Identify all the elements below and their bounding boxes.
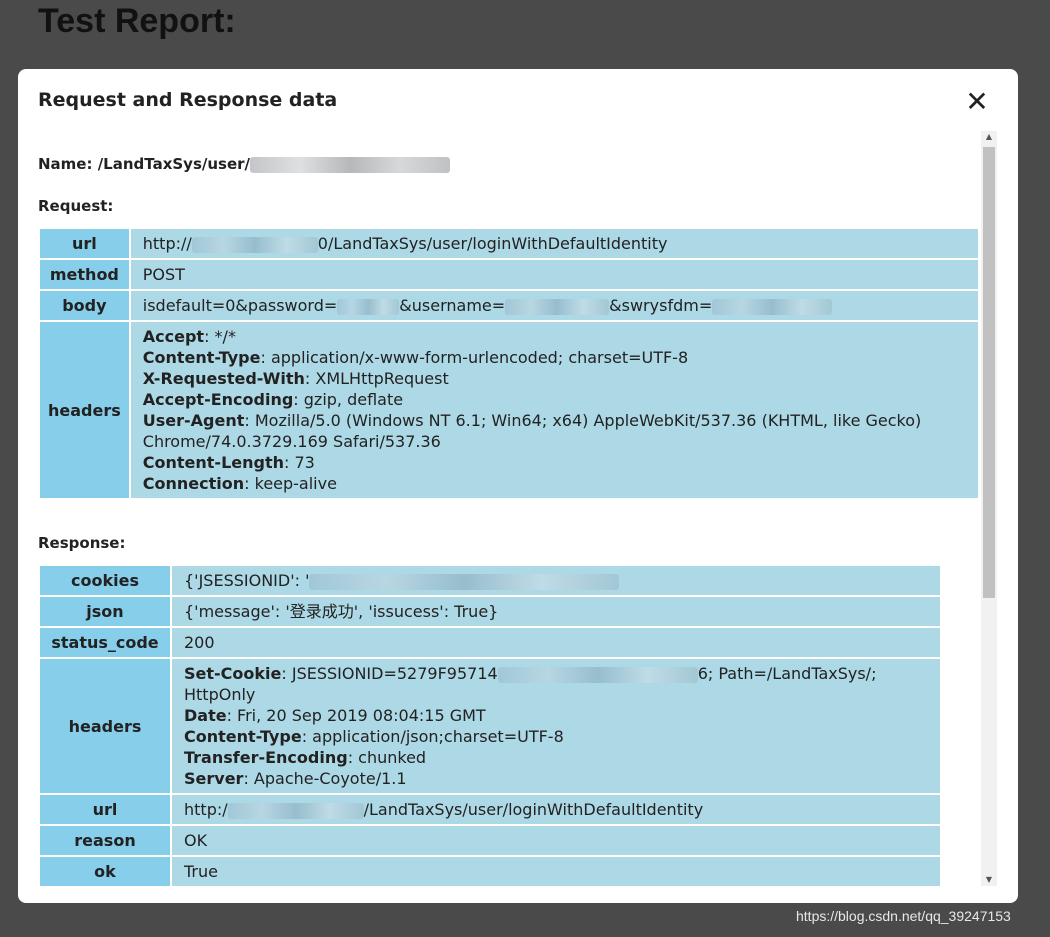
response-url-value: http:/ /LandTaxSys/user/loginWithDefaultI… — [172, 795, 940, 824]
test-name-label: Name: /LandTaxSys/user/ — [38, 155, 251, 173]
request-table: url http:// 0/LandTaxSys/user/loginWithDe… — [38, 227, 980, 500]
response-url-key: url — [40, 795, 170, 824]
table-row: url http:// 0/LandTaxSys/user/loginWithDe… — [40, 229, 978, 258]
response-json-value: {'message': '登录成功', 'issucess': True} — [172, 597, 940, 626]
table-row: method POST — [40, 260, 978, 289]
response-status-value: 200 — [172, 628, 940, 657]
header-line: Content-Type: application/x-www-form-url… — [142, 348, 689, 367]
request-method-key: method — [40, 260, 129, 289]
redacted-block — [497, 666, 698, 683]
request-label: Request: — [38, 197, 114, 215]
header-line: Content-Type: application/json;charset=U… — [184, 727, 564, 746]
response-table: cookies {'JSESSIONID': ' json {'message'… — [38, 564, 942, 888]
request-body-key: body — [40, 291, 129, 320]
header-line: Accept-Encoding: gzip, deflate — [142, 390, 404, 409]
redacted-block — [712, 298, 833, 315]
header-line: Transfer-Encoding: chunked — [184, 748, 427, 767]
table-row: cookies {'JSESSIONID': ' — [40, 566, 940, 595]
response-reason-key: reason — [40, 826, 170, 855]
response-label: Response: — [38, 534, 126, 552]
scroll-up-arrow-icon[interactable]: ▲ — [981, 131, 997, 143]
response-status-key: status_code — [40, 628, 170, 657]
page-title: Test Report: — [38, 2, 236, 40]
scroll-down-arrow-icon[interactable]: ▼ — [981, 874, 997, 886]
request-body-value: isdefault=0&password= &username= &swrysfdm… — [130, 291, 978, 320]
redacted-block — [337, 298, 400, 315]
response-headers-key: headers — [40, 659, 170, 793]
body-part-password: isdefault=0&password= — [142, 296, 338, 315]
request-response-modal: Request and Response data ✕ Name: /LandT… — [18, 69, 1018, 903]
response-reason-value: OK — [172, 826, 940, 855]
table-row: headers Accept: */* Content-Type: applic… — [40, 322, 978, 498]
response-url-suffix: /LandTaxSys/user/loginWithDefaultIdentit… — [363, 800, 704, 819]
response-url-prefix: http:/ — [184, 800, 228, 819]
body-part-swrysfdm: &swrysfdm= — [609, 296, 713, 315]
redacted-block — [250, 156, 451, 173]
cookies-prefix: {'JSESSIONID': ' — [184, 571, 310, 590]
table-row: headers Set-Cookie: JSESSIONID=5279F9571… — [40, 659, 940, 793]
response-ok-value: True — [172, 857, 940, 886]
table-row: json {'message': '登录成功', 'issucess': Tru… — [40, 597, 940, 626]
table-row: url http:/ /LandTaxSys/user/loginWithDefa… — [40, 795, 940, 824]
table-row: reason OK — [40, 826, 940, 855]
header-line: Server: Apache-Coyote/1.1 — [184, 769, 407, 788]
response-headers-value: Set-Cookie: JSESSIONID=5279F95714 6; Path… — [172, 659, 940, 793]
redacted-block — [505, 298, 610, 315]
modal-body[interactable]: Name: /LandTaxSys/user/ Request: url htt… — [18, 131, 980, 891]
response-cookies-value: {'JSESSIONID': ' — [172, 566, 940, 595]
header-line: X-Requested-With: XMLHttpRequest — [142, 369, 449, 388]
request-url-prefix: http:// — [142, 234, 192, 253]
request-url-key: url — [40, 229, 129, 258]
modal-title: Request and Response data — [38, 89, 338, 111]
request-url-suffix: 0/LandTaxSys/user/loginWithDefaultIdenti… — [317, 234, 668, 253]
header-line: Accept: */* — [142, 327, 236, 346]
header-line: Date: Fri, 20 Sep 2019 08:04:15 GMT — [184, 706, 486, 725]
header-line: Content-Length: 73 — [142, 453, 315, 472]
table-row: body isdefault=0&password= &username= &swr… — [40, 291, 978, 320]
response-ok-key: ok — [40, 857, 170, 886]
body-part-username: &username= — [399, 296, 506, 315]
header-line: Connection: keep-alive — [142, 474, 337, 493]
response-json-key: json — [40, 597, 170, 626]
test-name: Name: /LandTaxSys/user/ — [38, 155, 451, 173]
table-row: status_code 200 — [40, 628, 940, 657]
close-icon[interactable]: ✕ — [964, 87, 990, 117]
redacted-block — [227, 802, 364, 819]
response-cookies-key: cookies — [40, 566, 170, 595]
vertical-scrollbar[interactable]: ▲ ▼ — [981, 131, 997, 886]
table-row: ok True — [40, 857, 940, 886]
request-headers-value: Accept: */* Content-Type: application/x-… — [130, 322, 978, 498]
request-headers-key: headers — [40, 322, 129, 498]
watermark: https://blog.csdn.net/qq_39247153 — [796, 908, 1011, 924]
redacted-block — [191, 236, 318, 253]
scrollbar-thumb[interactable] — [983, 147, 995, 598]
request-method-value: POST — [130, 260, 978, 289]
header-line: Set-Cookie: JSESSIONID=5279F95714 6; Path… — [184, 664, 877, 704]
redacted-block — [309, 573, 620, 590]
header-line: User-Agent: Mozilla/5.0 (Windows NT 6.1;… — [142, 411, 922, 451]
request-url-value: http:// 0/LandTaxSys/user/loginWithDefaul… — [130, 229, 978, 258]
